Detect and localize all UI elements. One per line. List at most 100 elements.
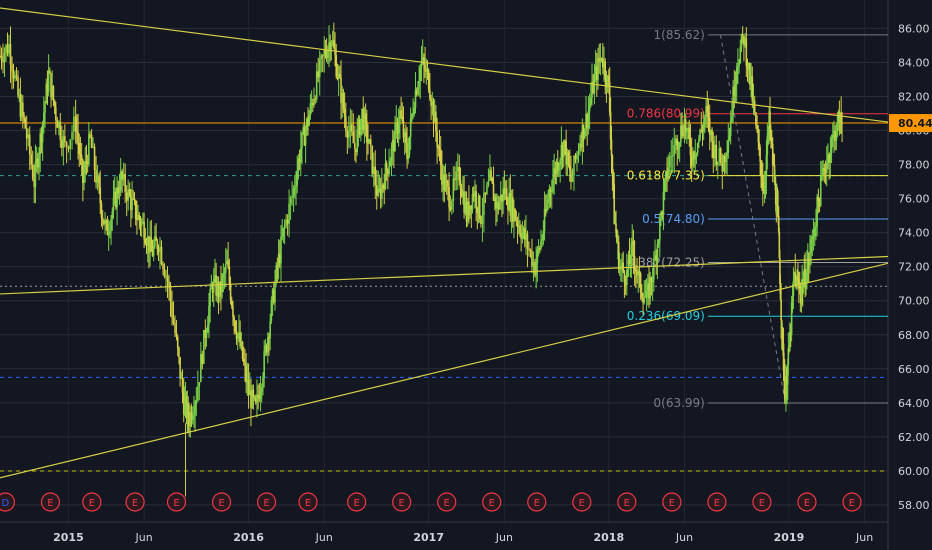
candle-body bbox=[662, 191, 665, 215]
candle-body bbox=[293, 187, 296, 189]
candle-body bbox=[314, 99, 317, 101]
candle-body bbox=[234, 321, 237, 332]
candle-body bbox=[726, 152, 728, 157]
candle-body bbox=[711, 129, 713, 142]
candle-body bbox=[819, 176, 822, 206]
earnings-event-label: E bbox=[132, 498, 138, 509]
candle-body bbox=[22, 102, 24, 115]
time-tick-label: 2019 bbox=[774, 531, 805, 544]
candle-body bbox=[458, 167, 461, 181]
time-tick-label: Jun bbox=[135, 531, 153, 544]
candle-body bbox=[304, 130, 307, 146]
earnings-event-label: E bbox=[305, 498, 311, 509]
candle-body bbox=[377, 188, 380, 196]
candle-body bbox=[49, 70, 51, 74]
candle-body bbox=[429, 89, 431, 99]
candle-body bbox=[232, 306, 234, 317]
candle-body bbox=[369, 139, 372, 146]
candle-body bbox=[514, 209, 516, 221]
candle-body bbox=[543, 209, 546, 231]
candle-body bbox=[228, 266, 231, 284]
candle-body bbox=[0, 55, 1, 57]
candle-body bbox=[172, 317, 175, 324]
candle-body bbox=[564, 140, 566, 142]
candle-body bbox=[244, 362, 246, 366]
candle-body bbox=[98, 176, 100, 188]
candle-body bbox=[727, 141, 730, 153]
candle-body bbox=[191, 416, 194, 420]
candle-body bbox=[77, 131, 79, 143]
time-tick-label: Jun bbox=[495, 531, 513, 544]
candle-body bbox=[394, 124, 396, 152]
candle-body bbox=[670, 156, 673, 158]
candle-body bbox=[121, 171, 123, 180]
candle-body bbox=[175, 332, 178, 337]
candle-body bbox=[536, 249, 539, 264]
candle-body bbox=[281, 236, 283, 238]
price-tick-label: 74.00 bbox=[898, 227, 930, 240]
candle-body bbox=[620, 265, 622, 268]
candle-body bbox=[333, 40, 335, 48]
price-tick-label: 66.00 bbox=[898, 363, 930, 376]
candle-body bbox=[841, 122, 843, 124]
earnings-event-label: E bbox=[579, 498, 585, 509]
candle-body bbox=[90, 134, 93, 148]
price-tick-label: 78.00 bbox=[898, 159, 930, 172]
candle-body bbox=[568, 165, 571, 171]
candle-body bbox=[521, 232, 524, 239]
candle-body bbox=[110, 219, 112, 232]
candle-body bbox=[719, 148, 722, 163]
candle-body bbox=[741, 33, 744, 37]
last-price-label: 80.44 bbox=[898, 117, 932, 130]
candle-body bbox=[320, 55, 323, 60]
candle-body bbox=[174, 323, 176, 333]
candle-body bbox=[31, 164, 34, 179]
candle-body bbox=[633, 256, 636, 270]
candle-body bbox=[342, 93, 345, 109]
candle-body bbox=[541, 239, 543, 241]
candle-body bbox=[657, 240, 660, 245]
candle-body bbox=[455, 171, 458, 180]
candle-body bbox=[269, 321, 271, 339]
candle-body bbox=[111, 211, 114, 220]
candle-body bbox=[349, 124, 352, 132]
candle-body bbox=[475, 191, 477, 208]
candle-body bbox=[712, 141, 715, 159]
candle-body bbox=[157, 249, 160, 252]
candle-body bbox=[562, 140, 565, 158]
candle-body bbox=[335, 55, 338, 77]
candle-body bbox=[203, 329, 205, 364]
candle-body bbox=[262, 377, 264, 388]
candle-body bbox=[540, 240, 542, 249]
candle-body bbox=[641, 292, 643, 298]
candle-body bbox=[531, 251, 533, 267]
candle-body bbox=[542, 230, 545, 240]
price-tick-label: 60.00 bbox=[898, 465, 930, 478]
candle-body bbox=[309, 103, 312, 116]
candle-body bbox=[53, 100, 56, 108]
candle-body bbox=[9, 44, 12, 65]
candle-body bbox=[546, 203, 548, 211]
candle-body bbox=[447, 182, 449, 188]
candle-body bbox=[558, 165, 560, 171]
candle-body bbox=[300, 148, 302, 163]
candle-body bbox=[233, 316, 235, 322]
candle-body bbox=[162, 264, 164, 270]
candle-body bbox=[559, 160, 561, 166]
candle-body bbox=[343, 108, 346, 117]
candle-body bbox=[671, 155, 674, 157]
candle-body bbox=[451, 201, 453, 210]
candle-body bbox=[74, 116, 77, 132]
candle-body bbox=[201, 354, 204, 364]
earnings-event-label: E bbox=[218, 498, 224, 509]
candle-body bbox=[490, 170, 492, 178]
candle-body bbox=[67, 146, 70, 149]
candle-body bbox=[3, 52, 6, 63]
candle-body bbox=[371, 145, 374, 175]
candle-body bbox=[454, 178, 456, 180]
time-tick-label: Jun bbox=[675, 531, 693, 544]
candle-body bbox=[43, 112, 45, 123]
candle-body bbox=[645, 290, 648, 298]
candle-body bbox=[160, 246, 163, 265]
candle-body bbox=[5, 45, 7, 53]
